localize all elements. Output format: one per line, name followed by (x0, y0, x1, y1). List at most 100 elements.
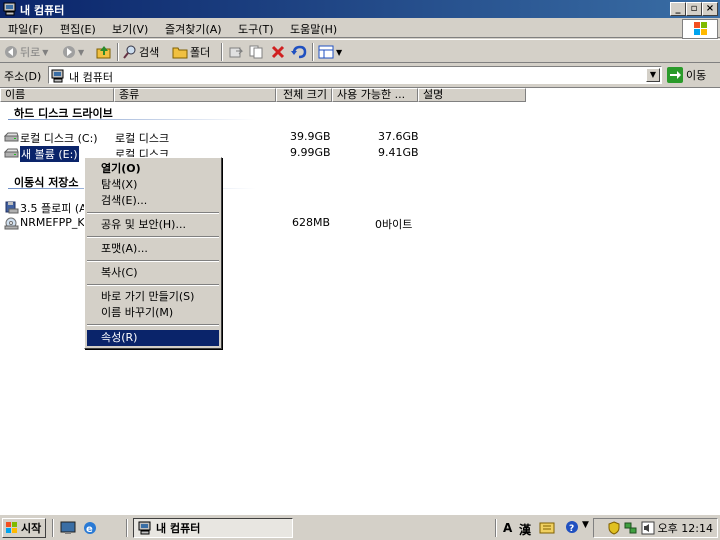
floppy-drive-icon (5, 201, 19, 214)
removable-name: 3.5 플로피 (A (20, 202, 87, 215)
minimize-button[interactable]: _ (670, 2, 686, 16)
drive-row-c[interactable]: 로컬 디스크 (C:) 로컬 디스크 39.9GB 37.6GB (0, 130, 420, 145)
start-button[interactable]: 시작 (2, 518, 46, 538)
search-button[interactable]: 검색 (123, 44, 159, 60)
forward-button[interactable]: ▼ (62, 44, 84, 60)
windows-flag-icon (6, 522, 17, 533)
drive-free-space: 9.41GB (378, 146, 419, 159)
menu-separator (87, 236, 219, 238)
menu-view[interactable]: 보기(V) (112, 21, 148, 37)
ime-tool-icon (539, 522, 555, 534)
taskbar-window-my-computer[interactable]: 내 컴퓨터 (133, 518, 293, 538)
standard-toolbar: 뒤로 ▼ ▼ 검색 폴더 ▼ (0, 39, 720, 63)
folders-label: 폴더 (190, 46, 211, 59)
address-value: 내 컴퓨터 (69, 71, 113, 84)
address-dropdown-button[interactable]: ▼ (646, 68, 660, 82)
my-computer-icon (51, 69, 64, 83)
removable-name: NRMEFPP_K (20, 216, 85, 229)
search-label: 검색 (139, 46, 160, 59)
clock[interactable]: 오후 12:14 (658, 520, 713, 536)
restore-button[interactable]: ▫ (686, 2, 702, 16)
move-to-button[interactable] (228, 44, 244, 60)
folders-button[interactable]: 폴더 (172, 44, 210, 60)
task-label: 내 컴퓨터 (156, 522, 201, 535)
menu-item-explore[interactable]: 탐색(X) (87, 177, 219, 193)
menu-item-search[interactable]: 검색(E)... (87, 193, 219, 209)
menu-help[interactable]: 도움말(H) (290, 21, 337, 37)
ime-hanja[interactable]: 漢 (519, 521, 531, 538)
ime-menu[interactable]: ▼ (582, 520, 589, 530)
column-header-free-space[interactable]: 사용 가능한 ... (332, 88, 418, 102)
network-icon[interactable] (624, 521, 638, 535)
column-header-description[interactable]: 설명 (418, 88, 526, 102)
up-folder-icon (96, 46, 111, 59)
menu-item-copy[interactable]: 복사(C) (87, 265, 219, 281)
quick-launch-desktop[interactable] (60, 521, 76, 538)
help-icon: ? (566, 521, 578, 534)
menu-tools[interactable]: 도구(T) (238, 21, 274, 37)
ime-mode-a[interactable]: A (503, 521, 512, 535)
column-header-total-size[interactable]: 전체 크기 (276, 88, 332, 102)
ime-help[interactable]: ? (565, 520, 579, 537)
my-computer-icon (3, 2, 16, 16)
start-label: 시작 (21, 522, 42, 535)
back-button[interactable]: 뒤로 ▼ (4, 44, 48, 60)
menu-item-format[interactable]: 포맷(A)... (87, 241, 219, 257)
drive-total-size: 39.9GB (290, 130, 331, 143)
views-button[interactable]: ▼ (318, 44, 342, 60)
menu-item-rename[interactable]: 이름 바꾸기(M) (87, 305, 219, 321)
menu-edit[interactable]: 편집(E) (60, 21, 96, 37)
context-menu: 열기(O) 탐색(X) 검색(E)... 공유 및 보안(H)... 포맷(A)… (84, 157, 222, 349)
views-grid-icon (318, 45, 334, 59)
go-label: 이동 (686, 69, 707, 82)
windows-logo-icon (682, 19, 718, 39)
up-folder-button[interactable] (96, 44, 112, 60)
svg-text:?: ? (569, 524, 574, 534)
internet-explorer-icon: e (84, 522, 96, 535)
column-header-type[interactable]: 종류 (114, 88, 276, 102)
close-button[interactable]: × (702, 2, 718, 16)
menu-separator (87, 324, 219, 326)
menu-bar: 파일(F) 편집(E) 보기(V) 즐겨찾기(A) 도구(T) 도움말(H) (0, 18, 720, 38)
menu-item-share-security[interactable]: 공유 및 보안(H)... (87, 217, 219, 233)
menu-file[interactable]: 파일(F) (8, 21, 43, 37)
drive-name-selected: 새 볼륨 (E:) (19, 145, 80, 163)
menu-separator (87, 284, 219, 286)
menu-favorites[interactable]: 즐겨찾기(A) (165, 21, 222, 37)
svg-text:e: e (86, 524, 93, 535)
go-button[interactable]: 이동 (667, 66, 719, 84)
move-to-icon (229, 47, 244, 58)
address-field[interactable]: 내 컴퓨터 ▼ (48, 66, 662, 84)
forward-arrow-icon (63, 46, 75, 58)
security-shield-icon[interactable] (607, 521, 621, 535)
system-tray: 오후 12:14 (593, 518, 718, 538)
column-header-name[interactable]: 이름 (0, 88, 114, 102)
show-desktop-icon (60, 521, 76, 534)
taskbar: 시작 e 내 컴퓨터 A 漢 ? ▼ 오후 12:14 (0, 514, 720, 540)
copy-to-icon (249, 45, 263, 59)
delete-button[interactable] (271, 44, 285, 60)
my-computer-icon (138, 521, 151, 535)
volume-icon[interactable] (641, 521, 655, 535)
chevron-down-icon: ▼ (336, 47, 343, 57)
undo-icon (291, 45, 307, 59)
removable-total-size: 628MB (292, 216, 331, 229)
menu-item-properties[interactable]: 속성(R) (87, 330, 219, 346)
hard-disk-icon (4, 132, 19, 142)
menu-separator (87, 212, 219, 214)
menu-item-create-shortcut[interactable]: 바로 가기 만들기(S) (87, 289, 219, 305)
address-label: 주소(D) (4, 70, 42, 83)
ime-options[interactable] (539, 520, 555, 539)
menu-item-open[interactable]: 열기(O) (87, 161, 219, 177)
window-title: 내 컴퓨터 (20, 4, 65, 17)
quick-launch-ie[interactable]: e (82, 520, 98, 539)
menu-separator (87, 260, 219, 262)
drive-free-space: 37.6GB (378, 130, 419, 143)
copy-to-button[interactable] (249, 44, 265, 60)
drive-type: 로컬 디스크 (115, 132, 170, 145)
delete-x-icon (271, 45, 285, 59)
title-bar[interactable]: 내 컴퓨터 _ ▫ × (0, 0, 720, 18)
folder-icon (172, 47, 188, 59)
search-icon (123, 45, 136, 59)
undo-button[interactable] (291, 44, 307, 60)
